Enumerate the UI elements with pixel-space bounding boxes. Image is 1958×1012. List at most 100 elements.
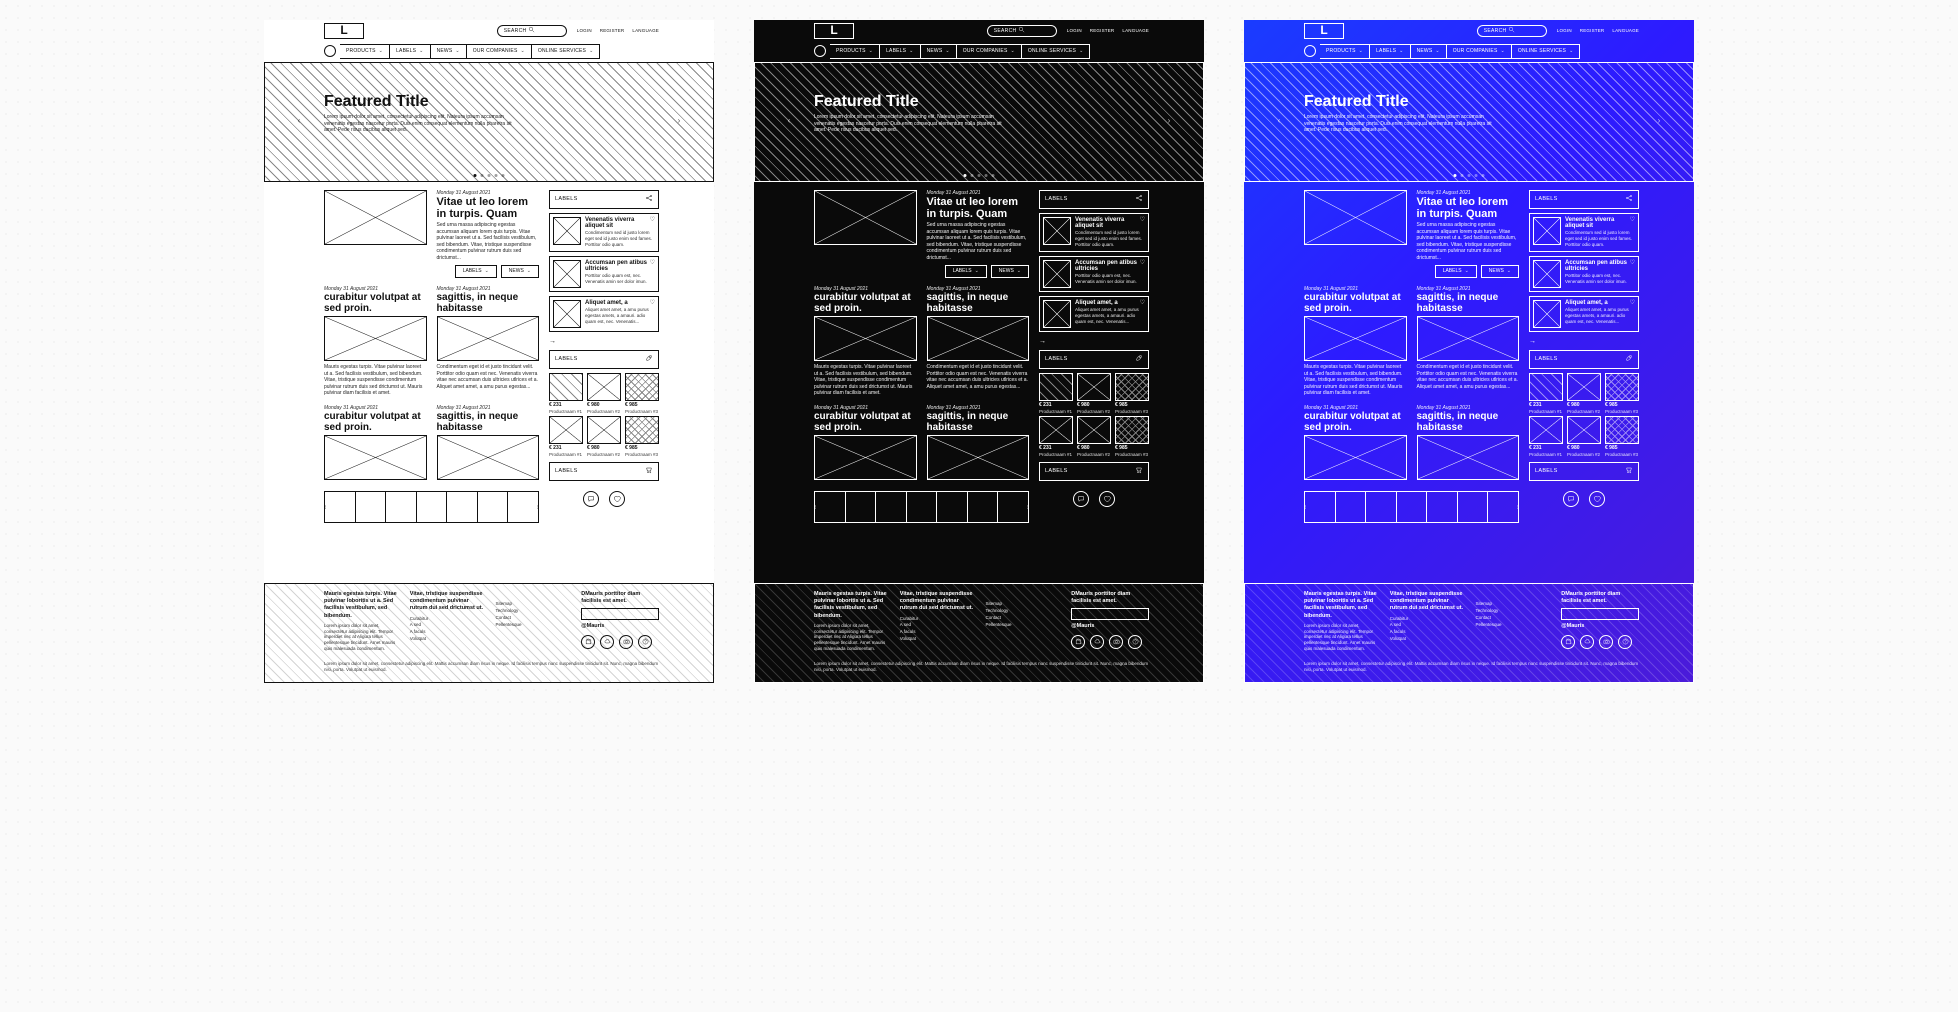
toplink-login[interactable]: LOGIN (1557, 28, 1572, 34)
toplink-login[interactable]: LOGIN (577, 28, 592, 34)
nav-home-button[interactable] (814, 45, 826, 57)
sidebar-card-1[interactable]: Accumsan pen atibus ultriciesPorttitor o… (549, 256, 659, 292)
thumbnail-placeholder[interactable] (417, 492, 448, 522)
carousel-dots[interactable] (474, 174, 505, 177)
thumbnail-placeholder[interactable] (447, 492, 478, 522)
nav-item-news[interactable]: NEWS⌄ (921, 44, 957, 59)
social-box-icon[interactable] (1071, 635, 1085, 649)
social-help-icon[interactable] (1128, 635, 1142, 649)
footer-link[interactable]: Curabitur (1390, 616, 1468, 622)
product-5[interactable]: € 985Productnaam #3 (1115, 416, 1149, 457)
social-camera-icon[interactable] (1109, 635, 1123, 649)
product-2[interactable]: € 985Productnaam #3 (1115, 373, 1149, 414)
footer-link[interactable]: Pellentesque (986, 622, 1064, 628)
article-a5[interactable]: Monday 31 August 2021sagittis, in neque … (437, 405, 540, 484)
article-a5[interactable]: Monday 31 August 2021sagittis, in neque … (927, 405, 1030, 484)
thumbnail-placeholder[interactable] (1305, 492, 1336, 522)
nav-item-news[interactable]: NEWS⌄ (1411, 44, 1447, 59)
product-3[interactable]: € 231Productnaam #1 (1039, 416, 1073, 457)
sidebar-card-2[interactable]: Aliquet amet, aAliquet amet amet, a amu … (1529, 296, 1639, 332)
nav-item-our companies[interactable]: OUR COMPANIES⌄ (957, 44, 1022, 59)
carousel-next-button[interactable]: › (1164, 117, 1174, 127)
thumb-prev-button[interactable]: ‹ (321, 503, 329, 511)
footer-link[interactable]: Technology (1476, 608, 1554, 614)
social-help-icon[interactable] (638, 635, 652, 649)
footer-link[interactable]: Volutpat (410, 636, 488, 642)
product-0[interactable]: € 231Productnaam #1 (549, 373, 583, 414)
search-input[interactable]: SEARCH (987, 25, 1057, 37)
footer-link[interactable]: Sitemap (496, 601, 574, 607)
toplink-language[interactable]: LANGUAGE (1122, 28, 1149, 34)
product-0[interactable]: € 231Productnaam #1 (1529, 373, 1563, 414)
search-input[interactable]: SEARCH (497, 25, 567, 37)
tag-labels[interactable]: LABELS⌄ (1435, 265, 1477, 278)
cart-icon[interactable] (1625, 466, 1633, 477)
footer-link[interactable]: Volutpat (900, 636, 978, 642)
sidebar-more-link[interactable]: → (549, 337, 659, 346)
product-5[interactable]: € 985Productnaam #3 (1605, 416, 1639, 457)
footer-link[interactable]: Contact (496, 615, 574, 621)
thumbnail-placeholder[interactable] (325, 492, 356, 522)
product-0[interactable]: € 231Productnaam #1 (1039, 373, 1073, 414)
share-icon[interactable] (1625, 194, 1633, 205)
nav-item-online services[interactable]: ONLINE SERVICES⌄ (532, 44, 601, 59)
article-a2[interactable]: Monday 31 August 2021curabitur volutpat … (324, 286, 427, 397)
sidebar-card-0[interactable]: Venenatis viverra aliquet sitCondimentum… (1529, 213, 1639, 252)
favorite-button[interactable]: ♡ (1140, 217, 1145, 225)
social-camera-icon[interactable] (619, 635, 633, 649)
article-1[interactable]: Monday 31 August 2021Vitae ut leo lorem … (927, 190, 1030, 278)
thumbnail-placeholder[interactable] (356, 492, 387, 522)
product-3[interactable]: € 231Productnaam #1 (1529, 416, 1563, 457)
tag-labels[interactable]: LABELS⌄ (945, 265, 987, 278)
social-cloud-icon[interactable] (1090, 635, 1104, 649)
footer-link[interactable]: Curabitur (410, 616, 488, 622)
chat-button[interactable] (583, 491, 599, 507)
footer-link[interactable]: Pellentesque (496, 622, 574, 628)
social-help-icon[interactable] (1618, 635, 1632, 649)
sidebar-more-link[interactable]: → (1529, 337, 1639, 346)
favorite-button[interactable] (1589, 491, 1605, 507)
thumbnail-placeholder[interactable] (907, 492, 938, 522)
search-input[interactable]: SEARCH (1477, 25, 1547, 37)
thumbnail-placeholder[interactable] (1336, 492, 1367, 522)
footer-link[interactable]: Volutpat (1390, 636, 1468, 642)
product-5[interactable]: € 985Productnaam #3 (625, 416, 659, 457)
thumbnail-placeholder[interactable] (1458, 492, 1489, 522)
thumbnail-placeholder[interactable] (876, 492, 907, 522)
footer-link[interactable]: A sed (900, 622, 978, 628)
footer-link[interactable]: A sed (410, 622, 488, 628)
tag-news[interactable]: NEWS⌄ (991, 265, 1029, 278)
article-a2[interactable]: Monday 31 August 2021curabitur volutpat … (1304, 286, 1407, 397)
footer-link[interactable]: Technology (496, 608, 574, 614)
social-cloud-icon[interactable] (1580, 635, 1594, 649)
thumbnail-placeholder[interactable] (968, 492, 999, 522)
nav-home-button[interactable] (324, 45, 336, 57)
sidebar-card-1[interactable]: Accumsan pen atibus ultriciesPorttitor o… (1529, 256, 1639, 292)
carousel-dots[interactable] (964, 174, 995, 177)
favorite-button[interactable]: ♡ (650, 217, 655, 225)
article-a3[interactable]: Monday 31 August 2021sagittis, in neque … (1417, 286, 1520, 397)
product-1[interactable]: € 980Productnaam #2 (587, 373, 621, 414)
product-4[interactable]: € 980Productnaam #2 (587, 416, 621, 457)
share-icon[interactable] (645, 194, 653, 205)
sidebar-card-0[interactable]: Venenatis viverra aliquet sitCondimentum… (1039, 213, 1149, 252)
toplink-register[interactable]: REGISTER (1580, 28, 1605, 34)
favorite-button[interactable]: ♡ (1140, 300, 1145, 308)
footer-link[interactable]: Pellentesque (1476, 622, 1554, 628)
nav-item-products[interactable]: PRODUCTS⌄ (340, 44, 390, 59)
toplink-register[interactable]: REGISTER (1090, 28, 1115, 34)
nav-item-labels[interactable]: LABELS⌄ (1370, 44, 1411, 59)
thumb-next-button[interactable]: › (1024, 503, 1032, 511)
chat-button[interactable] (1073, 491, 1089, 507)
chat-button[interactable] (1563, 491, 1579, 507)
thumb-next-button[interactable]: › (534, 503, 542, 511)
thumbnail-placeholder[interactable] (1427, 492, 1458, 522)
toplink-language[interactable]: LANGUAGE (1612, 28, 1639, 34)
sidebar-card-0[interactable]: Venenatis viverra aliquet sitCondimentum… (549, 213, 659, 252)
nav-item-online services[interactable]: ONLINE SERVICES⌄ (1022, 44, 1091, 59)
article-a2[interactable]: Monday 31 August 2021curabitur volutpat … (814, 286, 917, 397)
logo[interactable]: L (1304, 23, 1344, 39)
sidebar-card-2[interactable]: Aliquet amet, aAliquet amet amet, a amu … (1039, 296, 1149, 332)
nav-item-products[interactable]: PRODUCTS⌄ (830, 44, 880, 59)
article-a5[interactable]: Monday 31 August 2021sagittis, in neque … (1417, 405, 1520, 484)
